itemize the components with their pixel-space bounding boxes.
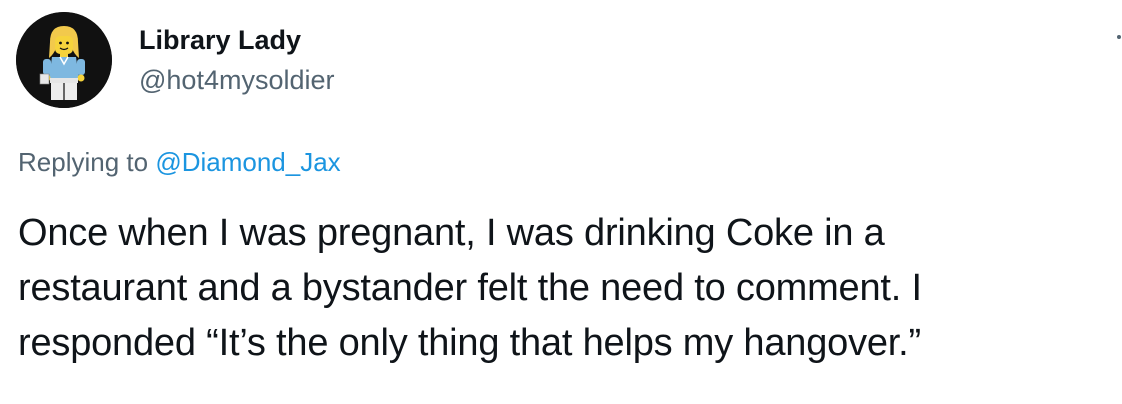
tweet-text: Once when I was pregnant, I was drinking… <box>18 206 1108 371</box>
tweet-card: Library Lady @hot4mysoldier Replying to … <box>0 0 1122 404</box>
author-info: Library Lady @hot4mysoldier <box>139 24 335 96</box>
more-options-button[interactable] <box>1116 34 1122 40</box>
reply-prefix: Replying to <box>18 147 149 177</box>
tweet-text-line: responded “It’s the only thing that help… <box>18 322 921 364</box>
more-dots-icon <box>1117 35 1121 39</box>
author-display-name[interactable]: Library Lady <box>139 24 335 56</box>
tweet-text-line: Once when I was pregnant, I was drinking… <box>18 212 885 254</box>
author-handle[interactable]: @hot4mysoldier <box>139 64 335 96</box>
reply-context: Replying to @Diamond_Jax <box>18 145 341 179</box>
reply-mention-link[interactable]: @Diamond_Jax <box>155 147 340 177</box>
tweet-text-line: restaurant and a bystander felt the need… <box>18 267 922 309</box>
avatar[interactable] <box>16 12 112 108</box>
lego-minifigure-icon <box>16 12 112 108</box>
